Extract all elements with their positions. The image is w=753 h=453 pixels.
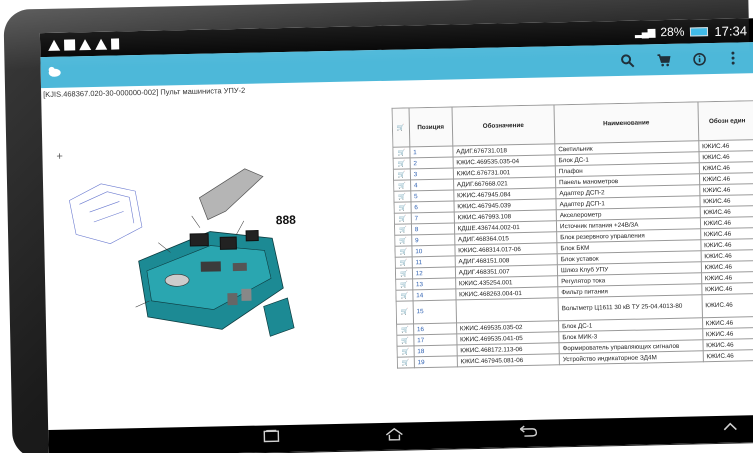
cell-position[interactable]: 9	[411, 233, 455, 246]
cell-position[interactable]: 11	[411, 255, 456, 268]
add-to-cart-icon[interactable]: 🛒	[394, 223, 412, 236]
assembly-drawing[interactable]: + 888	[48, 136, 383, 363]
up-chevron-icon[interactable]	[722, 420, 738, 436]
add-to-cart-icon[interactable]: 🛒	[394, 245, 412, 258]
parts-table-container[interactable]: 🛒 Позиция Обозначение Наименование Обозн…	[392, 100, 753, 438]
warning-icon	[79, 38, 92, 50]
cell-position[interactable]: 12	[412, 266, 456, 279]
image-icon	[64, 38, 76, 51]
back-icon[interactable]	[518, 424, 538, 441]
add-to-cart-icon[interactable]: 🛒	[395, 289, 413, 302]
cell-designation	[455, 297, 559, 323]
download-icon	[110, 37, 120, 50]
add-to-cart-icon[interactable]: 🛒	[395, 256, 413, 269]
parts-table: 🛒 Позиция Обозначение Наименование Обозн…	[392, 100, 753, 369]
search-icon[interactable]	[609, 44, 646, 76]
cell-position[interactable]: 14	[412, 288, 456, 301]
cell-position[interactable]: 8	[411, 222, 455, 235]
signal-icon: ▂▄▆	[634, 26, 655, 39]
cart-header-icon: 🛒	[392, 107, 410, 148]
add-to-cart-icon[interactable]: 🛒	[394, 212, 412, 225]
callout-label: 888	[276, 213, 297, 227]
cell-last: КЖИС.46	[702, 349, 753, 362]
warning-icon	[48, 39, 61, 51]
cell-position[interactable]: 3	[410, 167, 454, 180]
cell-name: Вольтметр Ц1611 30 кВ ТУ 25-04.4013-80	[558, 294, 703, 321]
home-icon[interactable]	[384, 427, 404, 444]
status-bar: ▂▄▆ 28% 17:34	[39, 18, 753, 58]
cell-name: Устройство индикаторное ЗД4М	[559, 350, 704, 365]
cell-position[interactable]: 10	[411, 244, 455, 257]
cell-position[interactable]: 7	[410, 211, 455, 224]
clock: 17:34	[714, 22, 748, 39]
cell-position[interactable]: 4	[410, 178, 454, 191]
cell-position[interactable]: 16	[413, 322, 457, 335]
tablet-screen: ▂▄▆ 28% 17:34 [KJIS.468367.020-30-000000…	[39, 18, 753, 453]
system-icons: ▂▄▆ 28% 17:34	[635, 23, 747, 40]
add-to-cart-icon[interactable]: 🛒	[394, 234, 412, 247]
parts-table-body: 🛒 1 АДИГ.676731.018 Светильник КЖИС.46 🛒 2 КЖИС…	[392, 139, 753, 369]
cell-position[interactable]: 17	[413, 333, 457, 346]
header-name: Наименование	[553, 101, 699, 144]
info-icon[interactable]	[681, 43, 718, 75]
console-exploded-view: 888	[69, 168, 297, 337]
battery-icon	[690, 26, 709, 36]
cell-designation: КЖИС.467945.081-06	[456, 353, 560, 367]
cell-position[interactable]: 1	[409, 145, 453, 158]
cell-position[interactable]: 6	[410, 200, 454, 213]
add-to-cart-icon[interactable]: 🛒	[393, 168, 411, 181]
battery-percent: 28%	[660, 24, 685, 40]
cell-position[interactable]: 13	[412, 277, 456, 290]
tablet-frame: ▂▄▆ 28% 17:34 [KJIS.468367.020-30-000000…	[3, 0, 753, 453]
overflow-menu-icon[interactable]	[717, 51, 747, 65]
cell-position[interactable]: 18	[413, 344, 457, 357]
add-to-cart-icon[interactable]: 🛒	[396, 300, 414, 325]
add-to-cart-icon[interactable]: 🛒	[393, 179, 411, 192]
add-to-cart-icon[interactable]: 🛒	[395, 267, 413, 280]
add-to-cart-icon[interactable]: 🛒	[393, 157, 411, 170]
header-designation: Обозначение	[451, 104, 555, 146]
cell-last: КЖИС.46	[701, 293, 753, 318]
cell-position[interactable]: 5	[410, 189, 454, 202]
cell-position[interactable]: 19	[414, 355, 458, 368]
notification-icons	[48, 37, 120, 51]
zoom-in-icon[interactable]: +	[56, 151, 63, 163]
add-to-cart-icon[interactable]: 🛒	[396, 334, 414, 347]
header-position: Позиция	[408, 106, 453, 147]
cell-position[interactable]: 15	[412, 299, 457, 324]
recent-apps-icon[interactable]	[262, 429, 280, 446]
add-to-cart-icon[interactable]: 🛒	[393, 190, 411, 203]
cart-icon[interactable]	[645, 44, 682, 76]
add-to-cart-icon[interactable]: 🛒	[396, 323, 414, 336]
header-last: Обозн един	[697, 100, 753, 141]
add-to-cart-icon[interactable]: 🛒	[397, 356, 415, 369]
cell-position[interactable]: 2	[409, 156, 453, 169]
app-logo-icon[interactable]	[47, 65, 67, 79]
add-to-cart-icon[interactable]: 🛒	[392, 146, 410, 159]
add-to-cart-icon[interactable]: 🛒	[393, 201, 411, 214]
add-to-cart-icon[interactable]: 🛒	[397, 345, 415, 358]
warning-icon	[94, 38, 108, 50]
add-to-cart-icon[interactable]: 🛒	[395, 278, 413, 291]
